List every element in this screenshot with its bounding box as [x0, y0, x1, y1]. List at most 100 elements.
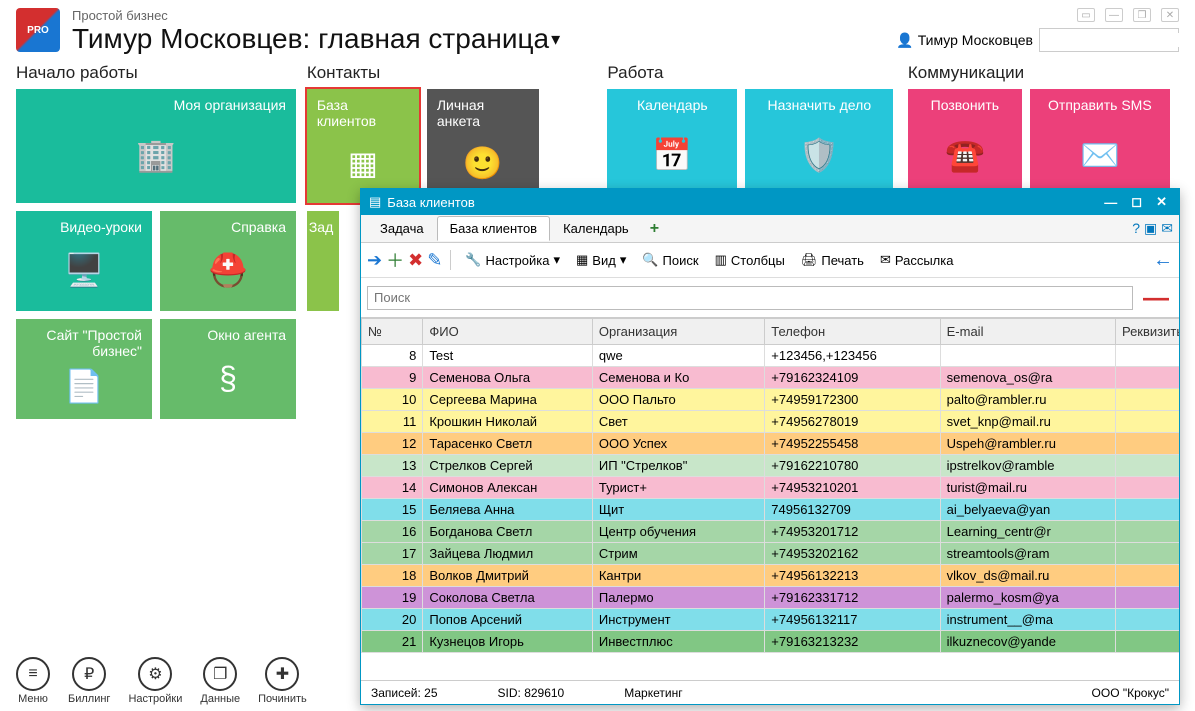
cell: ai_belyaeva@yan: [940, 499, 1115, 521]
global-search[interactable]: 🔍: [1039, 28, 1179, 52]
lifebuoy-icon: ⛑️: [170, 235, 286, 305]
columns-button[interactable]: ▥Столбцы: [709, 250, 791, 270]
bottom-data[interactable]: ❐Данные: [200, 657, 240, 705]
add-icon[interactable]: ＋: [386, 247, 404, 273]
menu-icon: ≡: [16, 657, 50, 691]
tile-call[interactable]: Позвонить ☎️: [908, 89, 1022, 203]
section-start-title: Начало работы: [16, 63, 297, 83]
tile-assign[interactable]: Назначить дело 🛡️: [745, 89, 893, 203]
status-dept: Маркетинг: [624, 686, 682, 700]
horizontal-scrollbar[interactable]: [361, 662, 1179, 680]
page-title[interactable]: Тимур Московцев: главная страница ▾: [72, 23, 896, 55]
help-icon[interactable]: ?: [1132, 220, 1140, 237]
face-icon: 🙂: [437, 129, 529, 197]
cell: palermo_kosm@ya: [940, 587, 1115, 609]
tile-help[interactable]: Справка ⛑️: [160, 211, 296, 311]
table-row[interactable]: 20Попов АрсенийИнструмент+74956132117ins…: [362, 609, 1180, 631]
cell: [1115, 367, 1179, 389]
tile-agent[interactable]: Окно агента §: [160, 319, 296, 419]
cell: Инвестплюс: [592, 631, 764, 653]
cell: +74956132213: [765, 565, 940, 587]
cell: +123456,+123456: [765, 345, 940, 367]
col-org[interactable]: Организация: [592, 319, 764, 345]
mailing-button[interactable]: ✉Рассылка: [874, 250, 960, 270]
cell: [1115, 499, 1179, 521]
bottom-label: Меню: [18, 693, 48, 705]
phone-icon: ☎️: [918, 113, 1012, 197]
table-row[interactable]: 18Волков ДмитрийКантри+74956132213vlkov_…: [362, 565, 1180, 587]
delete-icon[interactable]: ✖: [408, 250, 423, 271]
cell: 19: [362, 587, 423, 609]
go-icon[interactable]: ➔: [367, 250, 382, 271]
cell: 13: [362, 455, 423, 477]
search-button[interactable]: 🔍Поиск: [636, 250, 704, 270]
win-close-icon[interactable]: ✕: [1152, 194, 1171, 210]
tab-task[interactable]: Задача: [367, 216, 437, 241]
cell: 17: [362, 543, 423, 565]
tile-calendar[interactable]: Календарь 📅: [607, 89, 737, 203]
table-search-input[interactable]: [367, 286, 1133, 310]
table-row[interactable]: 15Беляева АннаЩит74956132709ai_belyaeva@…: [362, 499, 1180, 521]
current-user[interactable]: 👤 Тимур Московцев: [896, 32, 1033, 49]
table-row[interactable]: 8Testqwe+123456,+123456: [362, 345, 1180, 367]
table-row[interactable]: 12Тарасенко СветлООО Успех+74952255458Us…: [362, 433, 1180, 455]
table-row[interactable]: 19Соколова СветлаПалермо+79162331712pale…: [362, 587, 1180, 609]
col-num[interactable]: №: [362, 319, 423, 345]
bottom-menu[interactable]: ≡ Меню: [16, 657, 50, 705]
view-button[interactable]: ▦Вид▾: [570, 250, 632, 270]
bottom-settings[interactable]: ⚙Настройки: [128, 657, 182, 705]
edit-icon[interactable]: ✎: [427, 250, 442, 271]
tile-label: Справка: [170, 219, 286, 235]
firstaid-icon: ✚: [265, 657, 299, 691]
win-minimize-icon[interactable]: —: [1100, 195, 1121, 210]
tile-label: Сайт "Простой бизнес": [26, 327, 142, 359]
table-row[interactable]: 17Зайцева ЛюдмилСтрим+74953202162streamt…: [362, 543, 1180, 565]
tab-client-db[interactable]: База клиентов: [437, 216, 550, 241]
table-row[interactable]: 9Семенова ОльгаСеменова и Ко+79162324109…: [362, 367, 1180, 389]
tile-my-org[interactable]: Моя организация 🏢: [16, 89, 296, 203]
col-req[interactable]: Реквизиты: [1115, 319, 1179, 345]
chevron-down-icon[interactable]: ▾: [551, 29, 560, 50]
tile-profile[interactable]: Личная анкета 🙂: [427, 89, 539, 203]
close-icon[interactable]: ✕: [1161, 8, 1179, 22]
add-tab-icon[interactable]: +: [642, 220, 667, 238]
mail-icon[interactable]: ✉: [1161, 220, 1173, 237]
cell: Семенова и Ко: [592, 367, 764, 389]
back-arrow-icon[interactable]: ←: [1153, 249, 1173, 272]
cell: [1115, 609, 1179, 631]
cell: [1115, 587, 1179, 609]
pin-icon[interactable]: ▣: [1144, 220, 1157, 237]
col-tel[interactable]: Телефон: [765, 319, 940, 345]
table-row[interactable]: 16Богданова СветлЦентр обучения+74953201…: [362, 521, 1180, 543]
grid-icon: ▦: [576, 252, 588, 268]
setup-button[interactable]: 🔧Настройка▾: [459, 250, 566, 270]
tile-client-db[interactable]: База клиентов ▦: [307, 89, 419, 203]
tb-label: Поиск: [663, 253, 699, 268]
tile-video[interactable]: Видео-уроки 🖥️: [16, 211, 152, 311]
minimize-icon[interactable]: —: [1105, 8, 1123, 22]
tile-sms[interactable]: Отправить SMS ✉️: [1030, 89, 1170, 203]
bottom-fix[interactable]: ✚Починить: [258, 657, 307, 705]
cell: ИП "Стрелков": [592, 455, 764, 477]
global-search-input[interactable]: [1040, 33, 1195, 47]
cell: 18: [362, 565, 423, 587]
col-fio[interactable]: ФИО: [423, 319, 593, 345]
bottom-billing[interactable]: ₽Биллинг: [68, 657, 110, 705]
print-button[interactable]: 🖨Печать: [795, 250, 870, 270]
tab-calendar[interactable]: Календарь: [550, 216, 642, 241]
maximize-icon[interactable]: ❐: [1133, 8, 1151, 22]
table-row[interactable]: 14Симонов АлексанТурист++74953210201turi…: [362, 477, 1180, 499]
win-maximize-icon[interactable]: ◻: [1127, 194, 1146, 210]
table-row[interactable]: 10Сергеева МаринаООО Пальто+74959172300p…: [362, 389, 1180, 411]
sms-icon: ✉️: [1040, 113, 1160, 197]
table-row[interactable]: 21Кузнецов ИгорьИнвестплюс+79163213232il…: [362, 631, 1180, 653]
cell: Свет: [592, 411, 764, 433]
table-row[interactable]: 13Стрелков СергейИП "Стрелков"+791622107…: [362, 455, 1180, 477]
tile-tasks-truncated[interactable]: Зад: [307, 211, 339, 311]
col-email[interactable]: E-mail: [940, 319, 1115, 345]
window-title: База клиентов: [387, 195, 474, 210]
collapse-icon[interactable]: —: [1139, 282, 1173, 313]
tile-site[interactable]: Сайт "Простой бизнес" 📄: [16, 319, 152, 419]
battery-icon: ▭: [1077, 8, 1095, 22]
table-row[interactable]: 11Крошкин НиколайСвет+74956278019svet_kn…: [362, 411, 1180, 433]
